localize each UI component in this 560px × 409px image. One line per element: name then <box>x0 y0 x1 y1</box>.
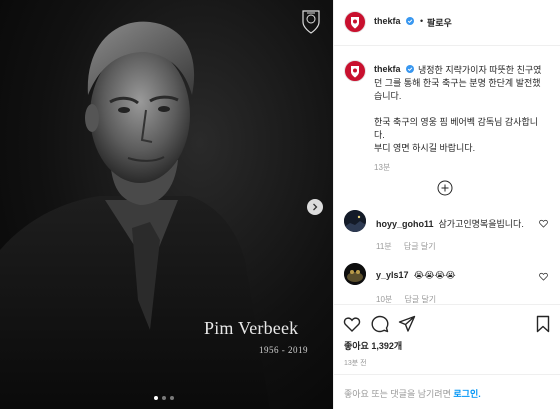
heart-icon[interactable] <box>343 315 361 333</box>
caption-paragraph-2-line-2: 부디 영면 하시길 바랍니다. <box>374 143 476 153</box>
follow-button[interactable]: 팔로우 <box>427 16 452 29</box>
comment-icon[interactable] <box>371 315 389 333</box>
reply-button[interactable]: 답글 달기 <box>405 295 437 304</box>
avatar-image <box>344 210 366 232</box>
avatar[interactable] <box>344 210 366 232</box>
carousel-indicator <box>154 396 174 400</box>
caption-time: 13분 <box>374 163 391 172</box>
photo-caption-name: Pim Verbeek <box>204 318 299 338</box>
avatar[interactable] <box>344 11 366 33</box>
kfa-crest-icon <box>302 10 320 34</box>
kfa-crest-icon <box>351 65 359 77</box>
next-image-button[interactable] <box>307 199 323 215</box>
comment-text: 삼가고인명복을빕니다. <box>438 219 524 229</box>
comment-time: 10분 <box>376 295 393 304</box>
share-icon[interactable] <box>398 315 416 333</box>
avatar-image <box>344 263 366 285</box>
comment-time: 11분 <box>376 242 392 251</box>
comment-username[interactable]: y_yls17 😭😭😭😭 <box>376 270 456 281</box>
kfa-crest-icon <box>351 16 359 28</box>
caption-paragraph-2-line-1: 한국 축구의 영웅 핌 베어벡 감독님 감사합니다. <box>374 117 539 140</box>
comment-text: 😭😭😭😭 <box>413 270 456 280</box>
login-prompt: 좋아요 또는 댓글을 남기려면 로그인. <box>344 389 481 399</box>
caption-paragraph-1: 냉정한 지략가이자 따뜻한 친구였던 그를 통해 한국 축구는 분명 한단계 발… <box>374 65 542 101</box>
verified-badge-icon <box>406 17 414 25</box>
photo-caption-years: 1956 - 2019 <box>259 345 308 355</box>
comment-username[interactable]: hoyy_goho11 삼가고인명복을빕니다. <box>376 217 524 230</box>
posted-ago: 13분 전 <box>344 360 367 367</box>
carousel-dot <box>154 396 158 400</box>
login-link[interactable]: 로그인. <box>453 389 480 399</box>
next-arrow-icon <box>313 203 318 211</box>
heart-icon[interactable] <box>539 272 548 281</box>
carousel-dot <box>170 396 174 400</box>
login-prompt-bar: 좋아요 또는 댓글을 남기려면 로그인. <box>334 374 560 409</box>
separator: • <box>420 16 424 26</box>
post-side-panel: thekfa • 팔로우 thekfa 냉정한 지략가이자 따뜻한 친구였던 그… <box>333 0 560 409</box>
post-photo[interactable]: Pim Verbeek 1956 - 2019 <box>0 0 333 409</box>
comment-meta: 11분 답글 달기 <box>376 241 446 252</box>
post-dialog: Pim Verbeek 1956 - 2019 thekfa • 팔로우 the… <box>0 0 560 409</box>
caption-text: 냉정한 지략가이자 따뜻한 친구였던 그를 통해 한국 축구는 분명 한단계 발… <box>374 64 544 168</box>
bookmark-icon[interactable] <box>534 315 552 333</box>
avatar[interactable] <box>344 263 366 285</box>
avatar[interactable] <box>344 60 366 82</box>
post-header: thekfa • 팔로우 <box>334 0 560 46</box>
action-bar <box>334 304 560 344</box>
load-more-icon[interactable] <box>437 180 453 196</box>
likes-count[interactable]: 좋아요 1,392개 <box>344 339 402 352</box>
heart-icon[interactable] <box>539 219 548 228</box>
reply-button[interactable]: 답글 달기 <box>404 242 436 251</box>
carousel-dot <box>162 396 166 400</box>
header-username[interactable]: thekfa <box>374 16 401 26</box>
